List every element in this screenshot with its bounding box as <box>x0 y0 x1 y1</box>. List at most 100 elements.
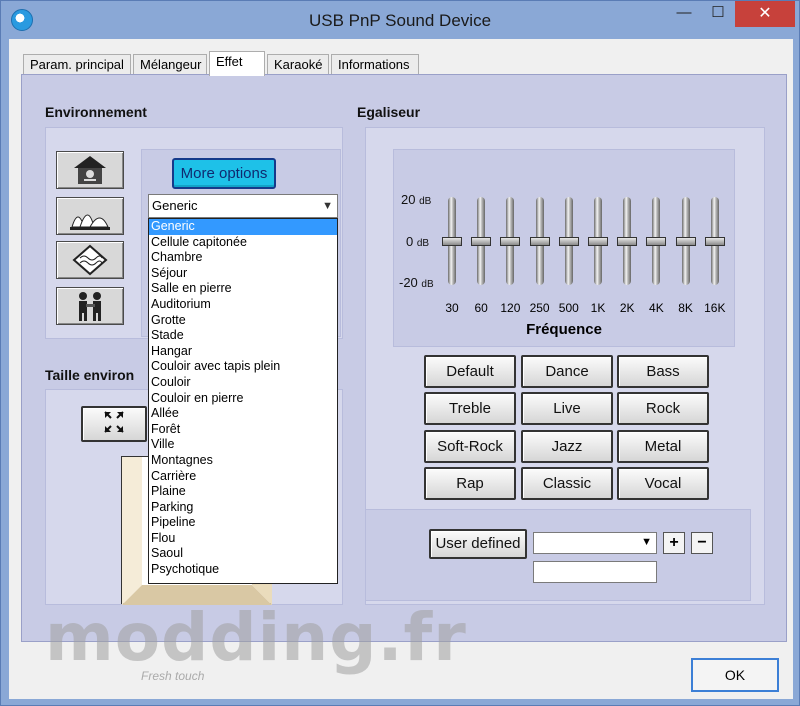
eq-slider-thumb[interactable] <box>529 237 550 246</box>
environment-dropdown-list[interactable]: Generic Cellule capitonée Chambre Séjour Sal… <box>148 218 338 584</box>
dropdown-option[interactable]: Cellule capitonée <box>149 235 337 251</box>
eq-frequency-label: 2K <box>619 301 635 315</box>
tab-melangeur[interactable]: Mélangeur <box>133 54 207 75</box>
env-preset-people-button[interactable] <box>56 287 124 325</box>
preset-button-metal[interactable]: Metal <box>617 430 709 463</box>
preset-button-classic[interactable]: Classic <box>521 467 613 500</box>
expand-arrows-icon <box>99 411 129 440</box>
eq-frequency-label: 30 <box>445 301 459 315</box>
preset-name-input[interactable] <box>533 561 657 583</box>
dropdown-option[interactable]: Allée <box>149 406 337 422</box>
minimize-button[interactable]: — <box>669 1 699 27</box>
underwater-icon <box>72 244 108 276</box>
eq-frequency-label: 500 <box>558 301 579 315</box>
eq-slider-thumb[interactable] <box>588 237 608 246</box>
env-preset-opera-button[interactable] <box>56 197 124 235</box>
dropdown-option[interactable]: Pipeline <box>149 515 337 531</box>
dropdown-option[interactable]: Flou <box>149 531 337 547</box>
preset-button-soft-rock[interactable]: Soft-Rock <box>424 430 516 463</box>
ok-button[interactable]: OK <box>691 658 779 692</box>
dropdown-option[interactable]: Generic <box>149 219 337 235</box>
dropdown-option[interactable]: Couloir en pierre <box>149 391 337 407</box>
dropdown-option[interactable]: Couloir <box>149 375 337 391</box>
preset-button-rock[interactable]: Rock <box>617 392 709 425</box>
db-label-min-value: -20 <box>399 275 418 290</box>
eq-frequency-label: 250 <box>529 301 550 315</box>
dropdown-option[interactable]: Ville <box>149 437 337 453</box>
eq-frequency-label: 16K <box>704 301 726 315</box>
preset-button-vocal[interactable]: Vocal <box>617 467 709 500</box>
watermark-tagline: Fresh touch <box>141 669 205 683</box>
opera-house-icon <box>70 201 110 231</box>
db-label-min: -20 dB <box>399 275 434 290</box>
tab-param-principal[interactable]: Param. principal <box>23 54 131 75</box>
user-defined-select[interactable]: ▼ <box>533 532 657 554</box>
dropdown-option[interactable]: Carrière <box>149 469 337 485</box>
preset-button-live[interactable]: Live <box>521 392 613 425</box>
remove-preset-button[interactable]: − <box>691 532 713 554</box>
environment-select[interactable]: Generic ▼ <box>148 194 338 218</box>
environment-selected-value: Generic <box>152 198 198 213</box>
eq-slider-thumb[interactable] <box>646 237 667 246</box>
dropdown-option[interactable]: Plaine <box>149 484 337 500</box>
user-defined-box <box>365 509 751 601</box>
eq-slider-thumb[interactable] <box>442 237 462 246</box>
eq-frequency-label: 120 <box>500 301 521 315</box>
dropdown-option[interactable]: Couloir avec tapis plein <box>149 359 337 375</box>
eq-slider-thumb[interactable] <box>675 237 696 246</box>
eq-slider-thumb[interactable] <box>471 237 492 246</box>
dropdown-option[interactable]: Forêt <box>149 422 337 438</box>
db-label-min-unit: dB <box>421 279 434 290</box>
eq-frequency-label: 8K <box>678 301 693 315</box>
dropdown-option[interactable]: Chambre <box>149 250 337 266</box>
app-window: USB PnP Sound Device — ☐ ✕ Param. princi… <box>0 0 800 706</box>
tab-karaoke[interactable]: Karaoké <box>267 54 329 75</box>
dropdown-option[interactable]: Montagnes <box>149 453 337 469</box>
add-preset-button[interactable]: + <box>663 532 685 554</box>
preset-button-jazz[interactable]: Jazz <box>521 430 613 463</box>
dropdown-option[interactable]: Auditorium <box>149 297 337 313</box>
preset-button-dance[interactable]: Dance <box>521 355 613 388</box>
people-icon <box>72 290 108 322</box>
env-preset-bathroom-button[interactable] <box>56 151 124 189</box>
preset-button-bass[interactable]: Bass <box>617 355 709 388</box>
eq-slider-thumb[interactable] <box>500 237 521 246</box>
dropdown-option[interactable]: Stade <box>149 328 337 344</box>
env-preset-underwater-button[interactable] <box>56 241 124 279</box>
dropdown-option[interactable]: Séjour <box>149 266 337 282</box>
preset-button-rap[interactable]: Rap <box>424 467 516 500</box>
dropdown-option[interactable]: Psychotique <box>149 562 337 578</box>
equalizer-heading: Egaliseur <box>357 104 421 120</box>
size-heading: Taille environ <box>45 367 135 383</box>
tab-effet[interactable]: Effet <box>209 51 265 76</box>
more-options-button[interactable]: More options <box>172 158 276 189</box>
user-defined-button[interactable]: User defined <box>429 529 527 559</box>
close-button[interactable]: ✕ <box>735 1 795 27</box>
db-label-zero-unit: dB <box>416 238 430 249</box>
db-label-max-value: 20 <box>401 192 416 207</box>
title-bar[interactable]: USB PnP Sound Device — ☐ ✕ <box>1 1 799 39</box>
eq-slider-thumb[interactable] <box>558 237 579 246</box>
db-label-zero-value: 0 <box>406 234 414 249</box>
db-label-max: 20 dB <box>401 192 431 207</box>
db-label-max-unit: dB <box>419 196 432 207</box>
dropdown-option[interactable]: Salle en pierre <box>149 281 337 297</box>
dropdown-option[interactable]: Parking <box>149 500 337 516</box>
dropdown-option[interactable]: Grotte <box>149 313 337 329</box>
maximize-button[interactable]: ☐ <box>703 1 733 27</box>
dropdown-option[interactable]: Saoul <box>149 546 337 562</box>
preset-button-treble[interactable]: Treble <box>424 392 516 425</box>
db-label-zero: 0 dB <box>406 234 429 249</box>
chevron-down-icon: ▼ <box>322 200 333 212</box>
bathroom-icon <box>72 154 108 186</box>
chevron-down-icon: ▼ <box>641 536 652 548</box>
preset-button-default[interactable]: Default <box>424 355 516 388</box>
size-expand-button[interactable] <box>81 406 147 442</box>
frequency-title: Fréquence <box>526 321 602 338</box>
dropdown-option[interactable]: Hangar <box>149 344 337 360</box>
eq-slider-thumb[interactable] <box>617 237 638 246</box>
eq-frequency-label: 4K <box>649 301 664 315</box>
eq-frequency-label: 1K <box>590 301 606 315</box>
tab-informations[interactable]: Informations <box>331 54 419 75</box>
eq-slider-thumb[interactable] <box>704 237 725 246</box>
